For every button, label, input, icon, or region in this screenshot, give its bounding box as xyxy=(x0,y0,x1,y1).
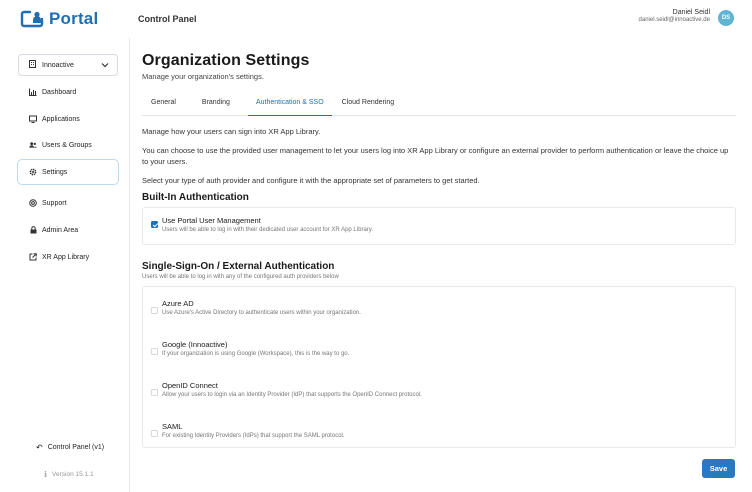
control-panel-v1-link[interactable]: ↶ Control Panel (v1) xyxy=(36,443,104,452)
back-arrow-icon: ↶ xyxy=(36,443,43,452)
user-email: daniel.seidl@innoactive.de xyxy=(638,17,710,23)
portal-user-management-checkbox[interactable] xyxy=(151,221,158,228)
option-title: Use Portal User Management xyxy=(162,216,261,225)
user-name: Daniel Seidl xyxy=(672,9,710,16)
tab-authentication-sso[interactable]: Authentication & SSO xyxy=(247,96,332,116)
main-content: Organization Settings Manage your organi… xyxy=(142,38,736,448)
option-title: Google (Innoactive) xyxy=(162,340,228,349)
sidebar-item-admin-area[interactable]: Admin Area xyxy=(18,219,118,241)
sidebar-item-dashboard[interactable]: Dashboard xyxy=(18,81,118,103)
avatar[interactable]: DS xyxy=(718,10,734,26)
sidebar-item-label: Admin Area xyxy=(42,226,79,234)
sidebar-item-label: Dashboard xyxy=(42,88,77,96)
top-bar: Portal Control Panel Daniel Seidl daniel… xyxy=(0,0,752,38)
provider-google[interactable]: Google (Innoactive) If your organization… xyxy=(143,340,735,381)
option-description: If your organization is using Google (Wo… xyxy=(162,351,350,357)
sso-heading: Single-Sign-On / External Authentication xyxy=(142,261,335,272)
tab-branding[interactable]: Branding xyxy=(202,96,238,116)
builtin-auth-box: Use Portal User Management Users will be… xyxy=(142,207,736,245)
organization-select-value: Innoactive xyxy=(42,61,74,69)
option-description: Use Azure's Active Directory to authenti… xyxy=(162,310,361,316)
google-checkbox[interactable] xyxy=(151,348,158,355)
sso-providers-box: Azure AD Use Azure's Active Directory to… xyxy=(142,286,736,448)
external-link-icon xyxy=(29,253,37,261)
sidebar-item-label: Support xyxy=(42,199,67,207)
sidebar-item-support[interactable]: Support xyxy=(18,192,118,214)
building-icon xyxy=(29,60,36,70)
monitor-icon xyxy=(29,115,37,123)
sidebar-item-users-groups[interactable]: Users & Groups xyxy=(18,134,118,156)
sidebar-item-applications[interactable]: Applications xyxy=(18,108,118,130)
control-panel-v1-label: Control Panel (v1) xyxy=(47,444,105,451)
lifebuoy-icon xyxy=(29,199,37,207)
organization-select[interactable]: Innoactive xyxy=(18,54,118,76)
info-icon: ℹ xyxy=(44,470,48,479)
option-description: Users will be able to log in with their … xyxy=(162,227,373,233)
option-title: OpenID Connect xyxy=(162,381,218,390)
chevron-down-icon xyxy=(101,61,109,70)
sidebar-item-label: Applications xyxy=(42,115,80,123)
portal-logo-icon xyxy=(20,10,44,28)
sidebar-item-label: Users & Groups xyxy=(42,141,92,149)
users-icon xyxy=(29,141,37,149)
portal-logo[interactable]: Portal xyxy=(20,9,98,29)
azure-ad-checkbox[interactable] xyxy=(151,307,158,314)
sidebar-item-label: XR App Library xyxy=(42,253,90,261)
version-info: ℹ Version 15.1.1 xyxy=(44,470,94,479)
tab-cloud-rendering[interactable]: Cloud Rendering xyxy=(342,96,403,116)
intro-text-1: Manage how your users can sign into XR A… xyxy=(142,127,321,136)
lock-icon xyxy=(29,226,37,234)
tab-general[interactable]: General xyxy=(142,96,184,116)
intro-text-2: You can choose to use the provided user … xyxy=(142,146,729,166)
sso-subtitle: Users will be able to log in with any of… xyxy=(142,274,339,280)
page-title: Organization Settings xyxy=(142,52,310,69)
option-description: For existing Identity Providers (IdPs) t… xyxy=(162,433,345,439)
portal-logo-text: Portal xyxy=(49,9,99,28)
portal-user-management-option[interactable]: Use Portal User Management Users will be… xyxy=(143,216,735,233)
sidebar: Innoactive Dashboard Applications Users … xyxy=(0,38,130,492)
provider-saml[interactable]: SAML For existing Identity Providers (Id… xyxy=(143,422,735,452)
user-menu[interactable]: Daniel Seidl daniel.seidl@innoactive.de … xyxy=(638,9,734,26)
intro-text-3: Select your type of auth provider and co… xyxy=(142,176,480,185)
builtin-auth-heading: Built-In Authentication xyxy=(142,192,249,203)
provider-azure-ad[interactable]: Azure AD Use Azure's Active Directory to… xyxy=(143,299,735,340)
chart-icon xyxy=(29,88,37,96)
gear-icon xyxy=(29,168,37,176)
sidebar-item-label: Settings xyxy=(42,168,68,176)
provider-openid-connect[interactable]: OpenID Connect Allow your users to login… xyxy=(143,381,735,422)
option-description: Allow your users to login via an Identit… xyxy=(162,392,422,398)
option-title: SAML xyxy=(162,422,183,431)
save-button[interactable]: Save xyxy=(702,459,735,478)
openid-connect-checkbox[interactable] xyxy=(151,389,158,396)
page-subtitle: Manage your organization's settings. xyxy=(142,72,264,81)
option-title: Azure AD xyxy=(162,299,194,308)
settings-tabs: General Branding Authentication & SSO Cl… xyxy=(142,96,736,116)
sidebar-item-settings[interactable]: Settings xyxy=(17,159,119,185)
sidebar-item-xr-app-library[interactable]: XR App Library xyxy=(18,246,118,268)
saml-checkbox[interactable] xyxy=(151,430,158,437)
app-title: Control Panel xyxy=(138,14,197,24)
version-label: Version 15.1.1 xyxy=(52,471,94,478)
